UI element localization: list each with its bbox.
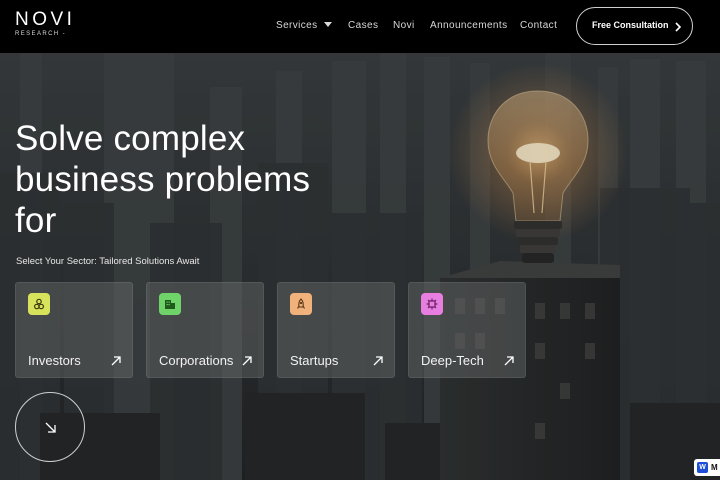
made-in-badge[interactable]: W M — [694, 459, 720, 476]
sector-label-startups: Startups — [290, 353, 339, 368]
arrow-down-right-icon — [45, 422, 56, 433]
hero-headline: Solve complex business problems for — [15, 118, 355, 241]
chevron-right-icon — [675, 22, 682, 32]
free-consultation-button[interactable]: Free Consultation — [576, 7, 693, 45]
arrow-up-right-icon — [373, 356, 383, 366]
nav-item-novi[interactable]: Novi — [393, 20, 415, 31]
nav-item-services[interactable]: Services — [276, 20, 318, 31]
sector-card-deep-tech[interactable]: Deep-Tech — [408, 282, 526, 378]
free-consultation-label: Free Consultation — [592, 20, 669, 30]
arrow-up-right-icon — [242, 356, 252, 366]
logo-tagline: RESEARCH - — [15, 31, 67, 37]
sector-card-startups[interactable]: Startups — [277, 282, 395, 378]
novi-logo[interactable]: NOVI RESEARCH - — [15, 10, 85, 40]
site-header: NOVI RESEARCH - Services Cases Novi Anno… — [0, 0, 720, 53]
arrow-up-right-icon — [504, 356, 514, 366]
sector-card-investors[interactable]: Investors — [15, 282, 133, 378]
nav-item-cases[interactable]: Cases — [348, 20, 378, 31]
sector-label-investors: Investors — [28, 353, 81, 368]
sector-label-deep-tech: Deep-Tech — [421, 353, 484, 368]
nav-item-contact[interactable]: Contact — [520, 20, 557, 31]
sector-label-corporations: Corporations — [159, 353, 234, 368]
webflow-icon: W — [697, 462, 708, 473]
sector-card-corporations[interactable]: Corporations — [146, 282, 264, 378]
building-icon — [159, 293, 181, 315]
badge-text: M — [711, 463, 718, 472]
headline-line-2: business problems — [15, 160, 311, 199]
chevron-down-icon[interactable] — [324, 22, 332, 28]
arrow-up-right-icon — [111, 356, 121, 366]
headline-line-1: Solve complex — [15, 119, 246, 158]
rocket-icon — [290, 293, 312, 315]
nav-item-announcements[interactable]: Announcements — [430, 20, 507, 31]
headline-line-3: for — [15, 201, 57, 240]
investors-icon — [28, 293, 50, 315]
scroll-down-button[interactable] — [15, 392, 85, 462]
sector-prompt: Select Your Sector: Tailored Solutions A… — [16, 256, 200, 267]
chip-icon — [421, 293, 443, 315]
logo-wordmark: NOVI — [15, 9, 76, 30]
